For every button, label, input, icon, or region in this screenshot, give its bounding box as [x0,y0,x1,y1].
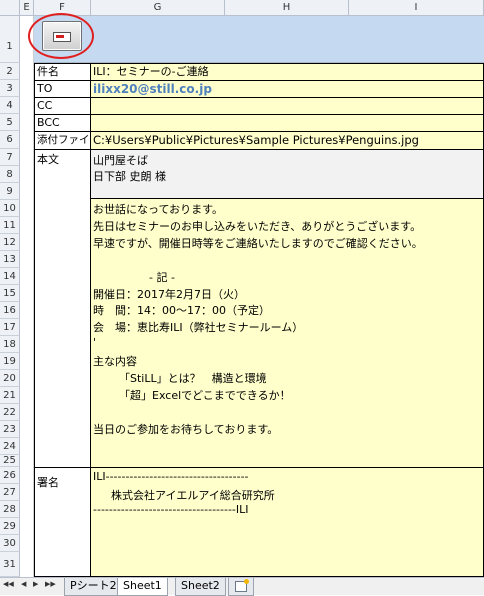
body-line: 先日はセミナーのお申し込みをいただき、ありがとうございます。 [93,219,422,233]
row-header-21[interactable]: 21 [0,387,20,404]
row-header-16[interactable]: 16 [0,302,20,319]
row-header-31[interactable]: 31 [0,552,20,577]
header-band [34,16,484,63]
subject-input[interactable]: ILI：セミナーの-ご連絡 [90,63,484,81]
row-header-24[interactable]: 24 [0,438,20,455]
row-header-19[interactable]: 19 [0,353,20,370]
attachment-input[interactable]: C:¥Users¥Public¥Pictures¥Sample Pictures… [90,131,484,150]
cc-input[interactable] [90,97,484,115]
new-sheet-icon [235,579,249,592]
select-all-corner[interactable] [0,0,20,16]
column-e-strip [20,16,34,577]
body-label-cell: 本文 [34,149,91,468]
recipient-line: 日下部 史朗 様 [93,170,166,183]
row-header-8[interactable]: 8 [0,166,20,183]
row-header-7[interactable]: 7 [0,149,20,166]
body-line: - 記 - [149,270,175,284]
recipient-block[interactable]: 山門屋そば日下部 史朗 様 [90,149,484,199]
row-header-5[interactable]: 5 [0,114,20,131]
row-header-12[interactable]: 12 [0,234,20,251]
subject-label: 件名 [34,63,91,81]
body-line: 会 場：恵比寿ILI（弊社セミナールーム） [93,321,304,335]
row-header-1[interactable]: 1 [0,16,20,63]
row-header-18[interactable]: 18 [0,336,20,353]
signature-line: ------------------------------------ILI [93,503,249,516]
body-line: お世話になっております。 [93,203,224,216]
row-header-30[interactable]: 30 [0,535,20,552]
column-header-e[interactable]: E [20,0,34,16]
sheet-tab-sheet1[interactable]: Sheet1 [117,578,168,596]
body-text-area[interactable]: お世話になっております。先日はセミナーのお申し込みをいただき、ありがとうございま… [90,198,484,468]
sheet-tab-p2[interactable]: Pシート2 [64,578,123,596]
attachment-label: 添付ファイル [34,131,91,150]
column-header-h[interactable]: H [225,0,349,16]
bcc-label: BCC [34,114,91,132]
signature-label: 署名 [37,476,59,489]
signature-line: ILI------------------------------------ [93,470,249,483]
row-header-20[interactable]: 20 [0,370,20,387]
body-line: 開催日：2017年2月7日（火） [93,287,245,301]
signature-area[interactable]: ILI------------------------------------ 株… [90,467,484,577]
nav-first-arrow[interactable]: ◀◀ [3,580,14,588]
to-label: TO [34,80,91,98]
row-header-28[interactable]: 28 [0,501,20,518]
row-header-17[interactable]: 17 [0,319,20,336]
row-header-26[interactable]: 26 [0,467,20,484]
column-header-i[interactable]: I [349,0,484,16]
row-header-15[interactable]: 15 [0,285,20,302]
body-line: ' [93,336,97,350]
row-header-25[interactable]: 25 [0,455,20,467]
bcc-input[interactable] [90,114,484,132]
recipient-line: 山門屋そば [93,154,148,167]
row-header-14[interactable]: 14 [0,268,20,285]
nav-next-arrow[interactable]: ▶ [33,580,38,588]
row-header-2[interactable]: 2 [0,63,20,80]
red-annotation-circle [28,13,94,59]
sheet-tab-bar: ◀◀ ◀ ▶ ▶▶ Pシート2 Sheet1 Sheet2 [0,577,484,596]
to-input[interactable]: ilixx20@still.co.jp [90,80,484,98]
body-line: 「StiLL」とは？ 構造と環境 [119,372,267,385]
body-line: 当日のご参加をお待ちしております。 [93,422,279,436]
row-header-27[interactable]: 27 [0,484,20,501]
row-header-29[interactable]: 29 [0,518,20,535]
row-header-6[interactable]: 6 [0,131,20,149]
row-header-13[interactable]: 13 [0,251,20,268]
row-header-3[interactable]: 3 [0,80,20,97]
cc-label: CC [34,97,91,115]
sheet-tab-sheet2[interactable]: Sheet2 [175,578,226,596]
row-header-10[interactable]: 10 [0,200,20,217]
nav-prev-arrow[interactable]: ◀ [21,580,26,588]
row-header-9[interactable]: 9 [0,183,20,200]
row-header-11[interactable]: 11 [0,217,20,234]
signature-line: 株式会社アイエルアイ総合研究所 [111,488,275,502]
body-label: 本文 [37,153,59,166]
body-line: 時 間：14：00～17：00（予定） [93,304,270,318]
body-line: 「超」Excelでどこまでできるか！ [119,388,291,402]
row-header-4[interactable]: 4 [0,97,20,114]
row-header-23[interactable]: 23 [0,421,20,438]
nav-last-arrow[interactable]: ▶▶ [45,580,56,588]
body-line: 主な内容 [93,355,137,369]
insert-sheet-button[interactable] [228,578,254,596]
body-line: 早速ですが、開催日時等をご連絡いたしますのでご確認ください。 [93,236,423,250]
signature-label-cell: 署名 [34,467,91,577]
column-header-g[interactable]: G [91,0,225,16]
row-header-22[interactable]: 22 [0,404,20,421]
